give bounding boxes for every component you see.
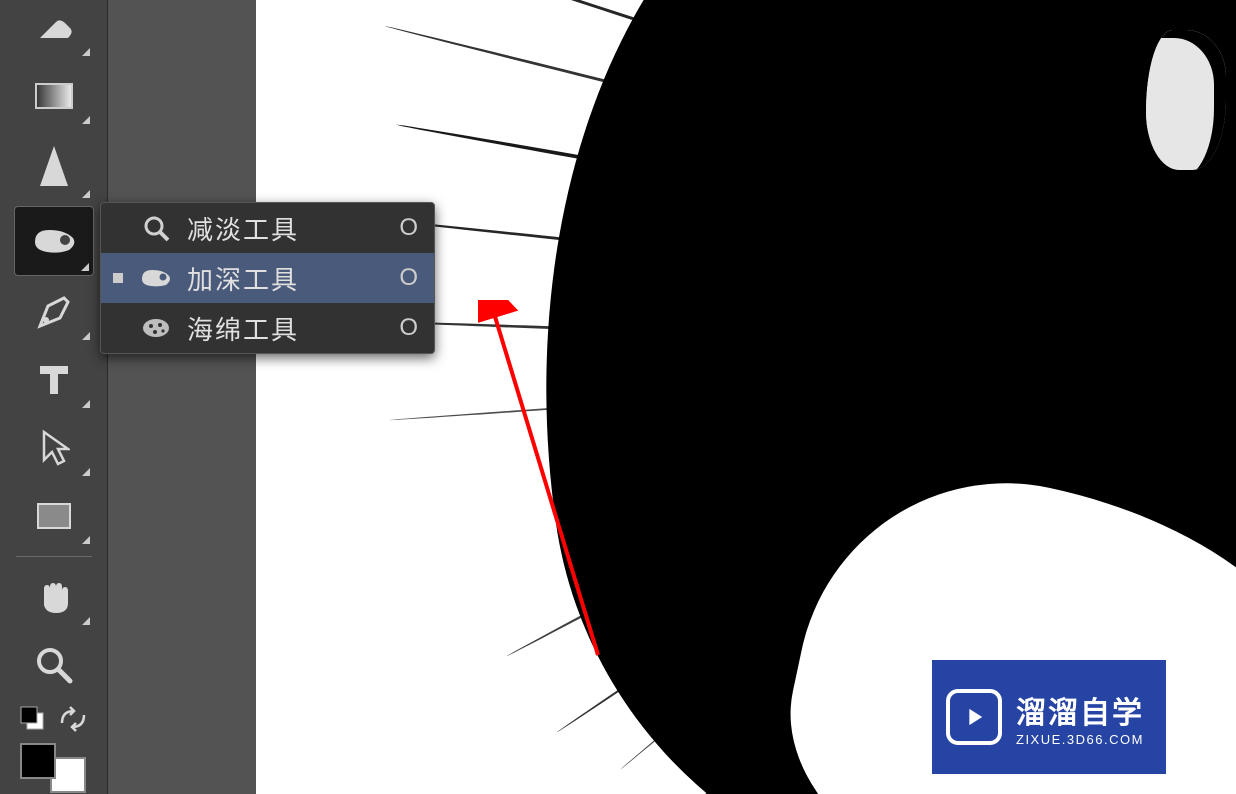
burn-icon [29,222,79,260]
canvas-area: 溜溜自学 ZIXUE.3D66.COM [108,0,1236,794]
path-selection-tool[interactable] [14,416,94,480]
foreground-color-swatch[interactable] [20,743,56,779]
pen-tool[interactable] [14,280,94,344]
burn-tool[interactable] [14,206,94,276]
flyout-indicator-icon [82,400,90,408]
zoom-tool[interactable] [14,633,94,697]
canvas-margin [108,0,256,794]
swap-colors-icon[interactable] [58,705,88,733]
watermark: 溜溜自学 ZIXUE.3D66.COM [932,660,1166,774]
burn-tool-flyout: 减淡工具 O 加深工具 O 海绵工具 O [100,202,435,354]
sponge-icon [139,316,173,340]
hair-strand [506,420,949,657]
flyout-item-dodge[interactable]: 减淡工具 O [101,203,434,253]
rectangle-icon [35,501,73,531]
flyout-selected-marker [111,321,125,335]
type-icon [36,362,72,398]
flyout-indicator-icon [82,536,90,544]
flyout-label: 减淡工具 [187,210,380,247]
flyout-indicator-icon [82,468,90,476]
flyout-indicator-icon [81,263,89,271]
flyout-selected-marker [111,221,125,235]
arrow-cursor-icon [38,428,70,468]
hair-strand [368,320,948,343]
flyout-indicator-icon [82,617,90,625]
flyout-label: 加深工具 [187,260,380,297]
gradient-icon [34,80,74,112]
flyout-shortcut: O [394,264,418,292]
eraser-tool[interactable] [14,2,94,60]
flyout-selected-marker [111,271,125,285]
flyout-indicator-icon [82,190,90,198]
color-swatches[interactable] [14,743,94,793]
photo-ear-hint [1146,30,1226,170]
hand-icon [34,577,74,617]
flyout-shortcut: O [394,214,418,242]
pen-icon [34,292,74,332]
hair-strand [351,215,968,283]
flyout-item-sponge[interactable]: 海绵工具 O [101,303,434,353]
toolbar-separator [16,556,92,557]
gradient-tool[interactable] [14,64,94,128]
burn-icon [139,265,173,291]
sharpen-tool[interactable] [14,132,94,202]
hair-strand [396,123,948,224]
flyout-label: 海绵工具 [187,310,380,347]
zoom-icon [34,645,74,685]
tools-toolbar [0,0,108,794]
type-tool[interactable] [14,348,94,412]
watermark-logo-icon [946,689,1002,745]
hand-tool[interactable] [14,565,94,629]
flyout-shortcut: O [394,314,418,342]
watermark-subtitle: ZIXUE.3D66.COM [1016,732,1144,747]
flyout-indicator-icon [82,332,90,340]
triangle-icon [36,144,72,190]
flyout-indicator-icon [82,48,90,56]
eraser-icon [32,12,76,50]
flyout-item-burn[interactable]: 加深工具 O [101,253,434,303]
flyout-indicator-icon [82,116,90,124]
hair-strand [384,25,928,163]
rectangle-tool[interactable] [14,484,94,548]
watermark-title: 溜溜自学 [1016,688,1144,732]
default-colors-icon[interactable] [19,705,47,733]
dodge-icon [139,213,173,243]
hair-strand [556,440,989,733]
hair-strand [389,380,948,421]
